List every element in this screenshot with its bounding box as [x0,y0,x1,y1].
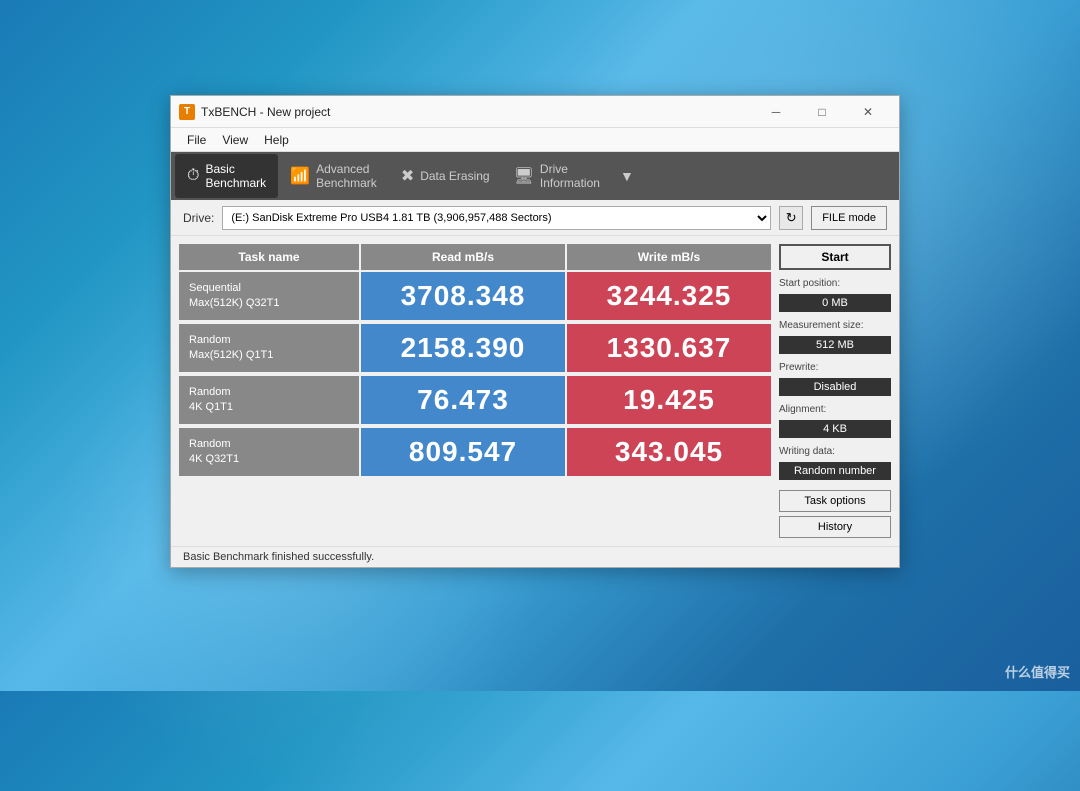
row3-read: 76.473 [361,376,565,424]
alignment-value: 4 KB [779,420,891,438]
start-position-label: Start position: [779,278,891,289]
status-text: Basic Benchmark finished successfully. [183,551,374,563]
header-write: Write mB/s [567,244,771,270]
row3-write: 19.425 [567,376,771,424]
task-options-button[interactable]: Task options [779,490,891,512]
window-title: TxBENCH - New project [201,105,753,119]
history-button[interactable]: History [779,516,891,538]
main-window: T TxBENCH - New project ─ □ ✕ File View … [170,95,900,568]
toolbar: ⏱ BasicBenchmark 📶 AdvancedBenchmark ✖ D… [171,152,899,200]
measurement-size-label: Measurement size: [779,320,891,331]
basic-benchmark-icon: ⏱ [187,167,199,185]
main-content: Task name Read mB/s Write mB/s Sequentia… [171,236,899,546]
prewrite-value: Disabled [779,378,891,396]
file-mode-button[interactable]: FILE mode [811,206,887,230]
window-controls: ─ □ ✕ [753,96,891,128]
header-read: Read mB/s [361,244,565,270]
writing-data-value: Random number [779,462,891,480]
drive-information-icon: 🖥 [514,166,534,186]
row2-label: RandomMax(512K) Q1T1 [179,324,359,372]
tab-drive-information[interactable]: 🖥 DriveInformation [502,154,612,198]
row1-write: 3244.325 [567,272,771,320]
menu-file[interactable]: File [179,131,214,149]
table-row: SequentialMax(512K) Q32T1 3708.348 3244.… [179,272,771,320]
table-row: Random4K Q1T1 76.473 19.425 [179,376,771,424]
row2-write: 1330.637 [567,324,771,372]
start-button[interactable]: Start [779,244,891,270]
advanced-benchmark-icon: 📶 [290,166,310,186]
title-bar: T TxBENCH - New project ─ □ ✕ [171,96,899,128]
tab-data-erasing[interactable]: ✖ Data Erasing [389,154,502,198]
alignment-label: Alignment: [779,404,891,415]
row3-label: Random4K Q1T1 [179,376,359,424]
close-button[interactable]: ✕ [845,96,891,128]
row1-read: 3708.348 [361,272,565,320]
toolbar-more-button[interactable]: ▼ [612,168,642,184]
drive-bar: Drive: (E:) SanDisk Extreme Pro USB4 1.8… [171,200,899,236]
menu-view[interactable]: View [214,131,256,149]
table-row: Random4K Q32T1 809.547 343.045 [179,428,771,476]
status-bar: Basic Benchmark finished successfully. [171,546,899,567]
row4-label: Random4K Q32T1 [179,428,359,476]
row4-write: 343.045 [567,428,771,476]
row2-read: 2158.390 [361,324,565,372]
tab-basic-benchmark[interactable]: ⏱ BasicBenchmark [175,154,278,198]
right-panel: Start Start position: 0 MB Measurement s… [771,244,891,538]
watermark: 什么值得买 [1005,662,1070,681]
row1-label: SequentialMax(512K) Q32T1 [179,272,359,320]
row4-read: 809.547 [361,428,565,476]
drive-label: Drive: [183,211,214,225]
maximize-button[interactable]: □ [799,96,845,128]
benchmark-table: Task name Read mB/s Write mB/s Sequentia… [179,244,771,538]
minimize-button[interactable]: ─ [753,96,799,128]
measurement-size-value: 512 MB [779,336,891,354]
app-icon: T [179,104,195,120]
drive-refresh-button[interactable]: ↻ [779,206,803,230]
menu-bar: File View Help [171,128,899,152]
tab-advanced-label: AdvancedBenchmark [316,162,377,191]
table-header: Task name Read mB/s Write mB/s [179,244,771,270]
data-erasing-icon: ✖ [401,166,414,186]
drive-select[interactable]: (E:) SanDisk Extreme Pro USB4 1.81 TB (3… [222,206,771,230]
menu-help[interactable]: Help [256,131,297,149]
tab-erasing-label: Data Erasing [420,169,489,183]
header-task: Task name [179,244,359,270]
writing-data-label: Writing data: [779,446,891,457]
prewrite-label: Prewrite: [779,362,891,373]
tab-basic-label: BasicBenchmark [205,162,266,191]
start-position-value: 0 MB [779,294,891,312]
tab-advanced-benchmark[interactable]: 📶 AdvancedBenchmark [278,154,389,198]
table-row: RandomMax(512K) Q1T1 2158.390 1330.637 [179,324,771,372]
tab-drive-label: DriveInformation [540,162,600,191]
